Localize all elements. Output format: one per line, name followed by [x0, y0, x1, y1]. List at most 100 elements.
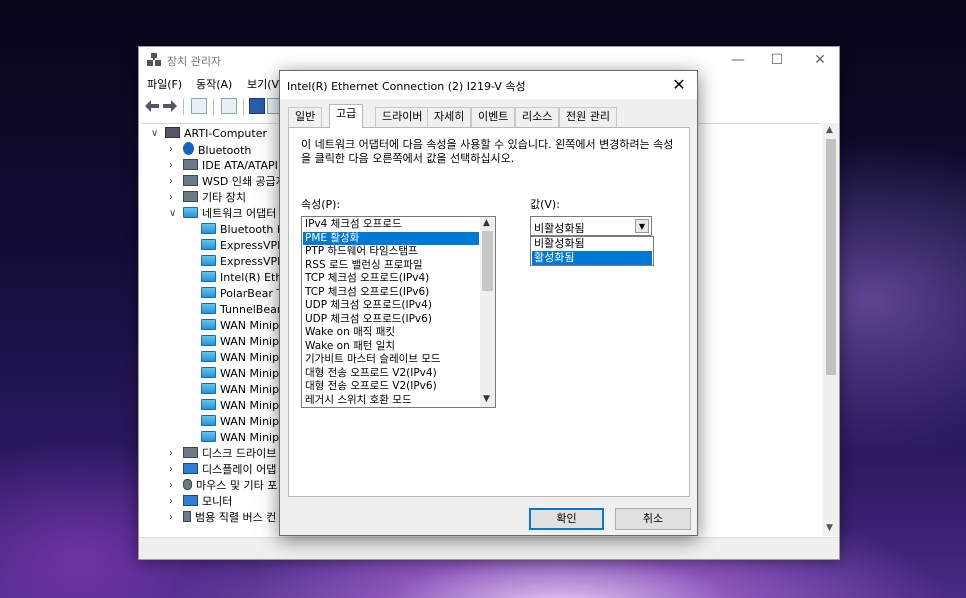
property-item[interactable]: 대형 전송 오프로드 V2(IPv4) [303, 367, 479, 381]
network-adapter-icon [201, 319, 216, 330]
tree-adapter-item[interactable]: WAN Minipo [201, 382, 286, 398]
update-driver-icon[interactable] [221, 98, 237, 114]
value-option-disabled[interactable]: 비활성화됨 [532, 237, 652, 251]
device-manager-icon [147, 53, 161, 66]
property-list-scrollbar[interactable]: ▲ ▼ [480, 217, 495, 407]
expand-chevron-icon[interactable]: › [169, 462, 179, 478]
collapse-chevron-icon[interactable]: ∨ [169, 206, 179, 222]
adapter-label: WAN Minipo [220, 415, 286, 428]
tab-events[interactable]: 이벤트 [471, 107, 516, 127]
tree-adapter-item[interactable]: WAN Minipo [201, 414, 286, 430]
advanced-description: 이 네트워크 어댑터에 다음 속성을 사용할 수 있습니다. 왼쪽에서 변경하려… [301, 138, 674, 165]
tree-adapter-item[interactable]: WAN Minipo [201, 366, 286, 382]
scroll-up-arrow-icon[interactable]: ▲ [483, 218, 490, 228]
disk-drive-icon [183, 447, 198, 458]
tree-item-disk[interactable]: › 디스크 드라이브 [169, 446, 276, 462]
scrollbar-thumb[interactable] [826, 139, 836, 375]
properties-view-icon[interactable] [191, 98, 207, 114]
tab-resources[interactable]: 리소스 [515, 107, 560, 127]
chevron-down-icon[interactable]: ▼ [635, 219, 649, 233]
property-item[interactable]: 대형 전송 오프로드 V2(IPv6) [303, 380, 479, 394]
tree-item-usb[interactable]: › 범용 직렬 버스 컨 [169, 510, 277, 526]
forward-arrow-icon[interactable] [163, 100, 177, 112]
property-item[interactable]: RSS 로드 밸런싱 프로파일 [303, 259, 479, 273]
tree-root[interactable]: ∨ ARTI-Computer [151, 126, 267, 142]
network-adapter-icon [201, 223, 216, 234]
scroll-down-arrow-icon[interactable]: ▼ [483, 394, 490, 404]
tree-item-label: 범용 직렬 버스 컨 [195, 511, 277, 524]
network-adapter-icon [183, 207, 198, 218]
cancel-button[interactable]: 취소 [615, 508, 691, 530]
value-combobox[interactable]: 비활성화됨 ▼ [530, 216, 652, 236]
adapter-label: WAN Minipo [220, 351, 286, 364]
usb-icon [183, 511, 191, 522]
tree-item-mouse[interactable]: › 마우스 및 기타 포 [169, 478, 277, 494]
network-adapter-icon [201, 383, 216, 394]
tree-item-other[interactable]: › 기타 장치 [169, 190, 246, 206]
help-icon[interactable] [249, 98, 265, 114]
property-item[interactable]: Wake on 매직 패킷 [303, 326, 479, 340]
property-item[interactable]: 기가비트 마스터 슬레이브 모드 [303, 353, 479, 367]
tab-details[interactable]: 자세히 [427, 107, 472, 127]
adapter-label: WAN Minipo [220, 367, 286, 380]
tree-item-display[interactable]: › 디스플레이 어댑 [169, 462, 277, 478]
tab-driver[interactable]: 드라이버 [375, 107, 430, 127]
expand-chevron-icon[interactable]: › [169, 478, 179, 494]
property-listbox[interactable]: IPv4 체크섬 오프로드 PME 활성화 PTP 하드웨어 타임스탬프 RSS… [301, 216, 496, 408]
tree-item-label: 기타 장치 [202, 191, 246, 204]
network-adapter-icon [201, 271, 216, 282]
value-option-enabled[interactable]: 활성화됨 [532, 251, 652, 265]
property-item[interactable]: TCP 체크섬 오프로드(IPv4) [303, 272, 479, 286]
network-adapter-icon [201, 367, 216, 378]
tree-item-network[interactable]: ∨ 네트워크 어댑터 [169, 206, 277, 222]
tree-adapter-item[interactable]: WAN Minipo [201, 350, 286, 366]
tab-advanced[interactable]: 고급 [329, 104, 364, 128]
expand-chevron-icon[interactable]: › [169, 510, 179, 526]
scroll-up-arrow-icon[interactable]: ▲ [826, 125, 833, 135]
network-adapter-icon [201, 431, 216, 442]
collapse-chevron-icon[interactable]: ∨ [151, 126, 161, 142]
close-button[interactable]: ✕ [797, 47, 843, 73]
property-item[interactable]: PTP 하드웨어 타임스탬프 [303, 245, 479, 259]
tree-item-label: 네트워크 어댑터 [202, 207, 277, 220]
property-item[interactable]: IPv4 체크섬 오프로드 [303, 218, 479, 232]
tree-adapter-item[interactable]: WAN Minipo [201, 334, 286, 350]
dialog-close-icon[interactable]: ✕ [666, 74, 692, 96]
tree-item-ide[interactable]: › IDE ATA/ATAPI 컨 [169, 158, 291, 174]
property-item-selected[interactable]: PME 활성화 [303, 231, 479, 245]
menu-file[interactable]: 파일(F) [147, 76, 182, 92]
property-item[interactable]: UDP 체크섬 오프로드(IPv4) [303, 299, 479, 313]
ok-button[interactable]: 확인 [529, 508, 604, 530]
tree-adapter-item[interactable]: WAN Minipo [201, 318, 286, 334]
scroll-down-arrow-icon[interactable]: ▼ [826, 523, 833, 533]
tab-power-management[interactable]: 전원 관리 [559, 107, 617, 127]
back-arrow-icon[interactable] [145, 100, 159, 112]
expand-chevron-icon[interactable]: › [169, 174, 179, 190]
tree-item-label: 디스플레이 어댑 [202, 463, 277, 476]
toolbar-separator [243, 99, 244, 115]
property-item[interactable]: UDP 체크섬 오프로드(IPv6) [303, 313, 479, 327]
expand-chevron-icon[interactable]: › [169, 158, 179, 174]
mouse-icon [183, 479, 192, 490]
expand-chevron-icon[interactable]: › [169, 190, 179, 206]
expand-chevron-icon[interactable]: › [169, 494, 179, 510]
tree-adapter-item[interactable]: WAN Minipo [201, 430, 286, 446]
expand-chevron-icon[interactable]: › [169, 446, 179, 462]
property-item[interactable]: TCP 체크섬 오프로드(IPv6) [303, 286, 479, 300]
tree-item-bluetooth[interactable]: › Bluetooth [169, 142, 251, 158]
property-item[interactable]: Wake on 패턴 일치 [303, 340, 479, 354]
property-item[interactable]: 레거시 스위치 호환 모드 [303, 394, 479, 408]
maximize-button[interactable]: ☐ [754, 47, 800, 73]
menu-view[interactable]: 보기(V [247, 76, 279, 92]
scrollbar-thumb[interactable] [482, 231, 493, 291]
tree-item-monitor[interactable]: › 모니터 [169, 494, 232, 510]
menu-action[interactable]: 동작(A) [196, 76, 232, 92]
tree-scrollbar[interactable]: ▲ ▼ [823, 123, 839, 536]
tree-item-wsd[interactable]: › WSD 인쇄 공급자 [169, 174, 286, 190]
adapter-label: WAN Minipo [220, 431, 286, 444]
expand-chevron-icon[interactable]: › [169, 142, 179, 158]
monitor-icon [183, 495, 198, 506]
value-dropdown-list[interactable]: 비활성화됨 활성화됨 [530, 236, 654, 266]
tab-general[interactable]: 일반 [288, 107, 323, 127]
tree-adapter-item[interactable]: WAN Minipo [201, 398, 286, 414]
